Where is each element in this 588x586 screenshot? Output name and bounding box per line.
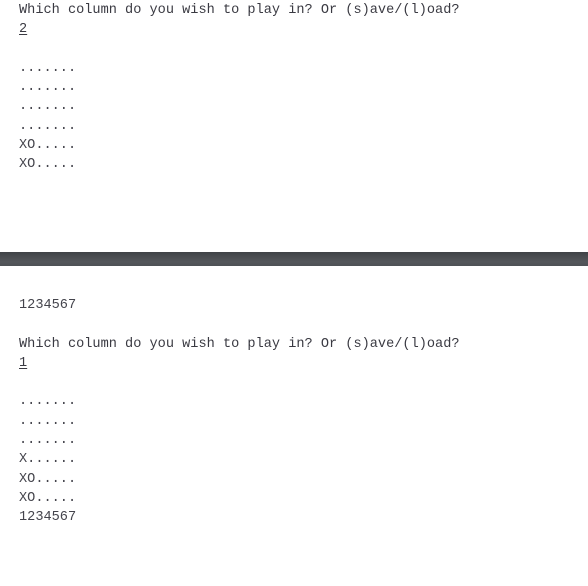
input-echo-top[interactable]: 2 (19, 22, 27, 37)
input-echo-line-bottom: 1 (19, 354, 588, 373)
board-row: XO..... (19, 490, 77, 506)
terminal-output-bottom: 1234567 Which column do you wish to play… (0, 295, 588, 528)
prompt-line-top: Which column do you wish to play in? Or … (19, 3, 460, 18)
board-row: ....... (19, 80, 77, 96)
board-row: XO..... (19, 157, 77, 173)
board-row: ....... (19, 394, 77, 410)
board-row: ....... (19, 118, 77, 134)
input-echo-bottom[interactable]: 1 (19, 356, 27, 371)
top-spacer (0, 266, 588, 295)
board-row: XO..... (19, 471, 77, 487)
input-echo-line-top: 2 (19, 20, 588, 39)
board-row: X...... (19, 452, 77, 468)
terminal-screen-bottom: 1234567 Which column do you wish to play… (0, 266, 588, 586)
board-row: ....... (19, 60, 77, 76)
board-row: ....... (19, 413, 77, 429)
board-row: ....... (19, 433, 77, 449)
column-labels-bottom: 1234567 (19, 510, 77, 526)
prompt-line-bottom: Which column do you wish to play in? Or … (19, 336, 460, 352)
screenshot-divider (0, 252, 588, 266)
terminal-screen-top: Which column do you wish to play in? Or … (0, 0, 588, 252)
board-row: XO..... (19, 138, 77, 154)
column-labels-top: 1234567 (19, 298, 77, 313)
terminal-output-top: Which column do you wish to play in? Or … (0, 0, 588, 175)
board-row: ....... (19, 99, 77, 115)
